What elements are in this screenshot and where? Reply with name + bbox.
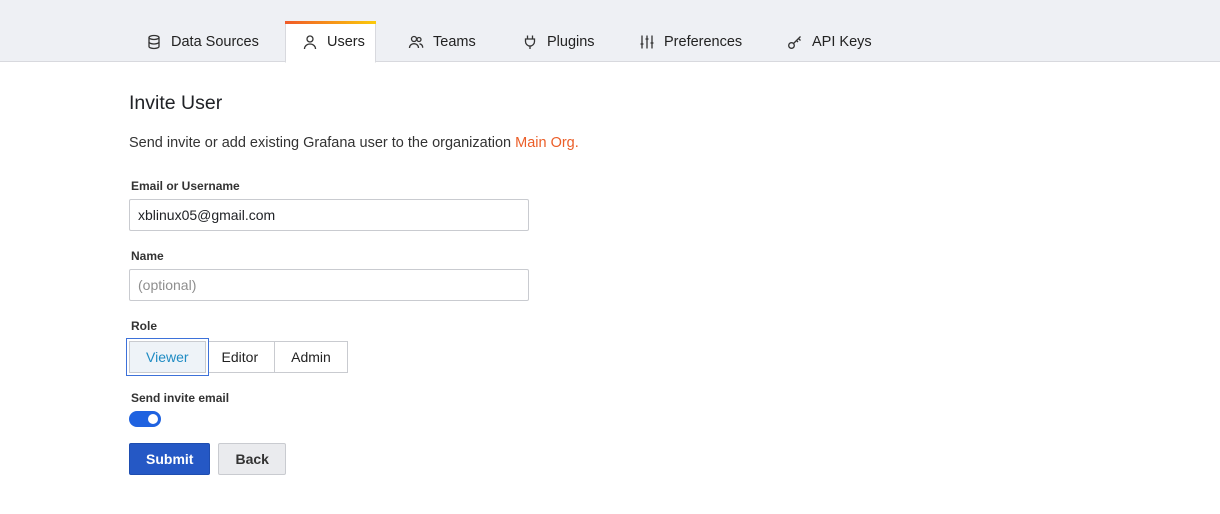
- back-button[interactable]: Back: [218, 443, 286, 475]
- tab-api-keys[interactable]: API Keys: [771, 21, 888, 62]
- users-icon: [408, 34, 424, 50]
- sliders-icon: [639, 34, 655, 50]
- tab-label: Preferences: [664, 33, 743, 50]
- name-input[interactable]: [129, 269, 529, 301]
- tab-label: Users: [327, 34, 365, 50]
- user-icon: [302, 34, 318, 50]
- tab-users[interactable]: Users: [285, 21, 376, 63]
- org-link[interactable]: Main Org.: [515, 135, 579, 151]
- role-option-admin[interactable]: Admin: [275, 341, 348, 373]
- invite-user-form: Invite User Send invite or add existing …: [129, 92, 579, 475]
- tab-preferences[interactable]: Preferences: [623, 21, 758, 62]
- role-radio-group: Viewer Editor Admin: [129, 341, 348, 373]
- form-actions: Submit Back: [129, 443, 579, 475]
- intro-sentence: Send invite or add existing Grafana user…: [129, 135, 512, 151]
- role-option-viewer[interactable]: Viewer: [129, 341, 206, 373]
- tab-label: Teams: [433, 33, 476, 50]
- page-title: Invite User: [129, 92, 223, 114]
- email-input[interactable]: [129, 199, 529, 231]
- send-invite-label: Send invite email: [131, 391, 230, 405]
- role-option-editor[interactable]: Editor: [205, 341, 276, 373]
- intro-text: Send invite or add existing Grafana user…: [129, 135, 579, 151]
- tab-label: Data Sources: [171, 33, 259, 50]
- tab-teams[interactable]: Teams: [392, 21, 492, 62]
- plug-icon: [522, 34, 538, 50]
- key-icon: [787, 34, 803, 50]
- name-label: Name: [131, 249, 164, 263]
- submit-button[interactable]: Submit: [129, 443, 211, 475]
- tab-bar: Data Sources Users Teams Plugins Prefere…: [0, 0, 1220, 63]
- database-icon: [146, 34, 162, 50]
- role-label: Role: [131, 319, 158, 333]
- tab-label: Plugins: [547, 33, 595, 50]
- tab-data-sources[interactable]: Data Sources: [130, 21, 275, 62]
- toggle-knob: [148, 414, 158, 424]
- email-label: Email or Username: [131, 179, 240, 193]
- tab-label: API Keys: [812, 33, 872, 50]
- send-invite-toggle[interactable]: [129, 411, 161, 427]
- tab-plugins[interactable]: Plugins: [506, 21, 611, 62]
